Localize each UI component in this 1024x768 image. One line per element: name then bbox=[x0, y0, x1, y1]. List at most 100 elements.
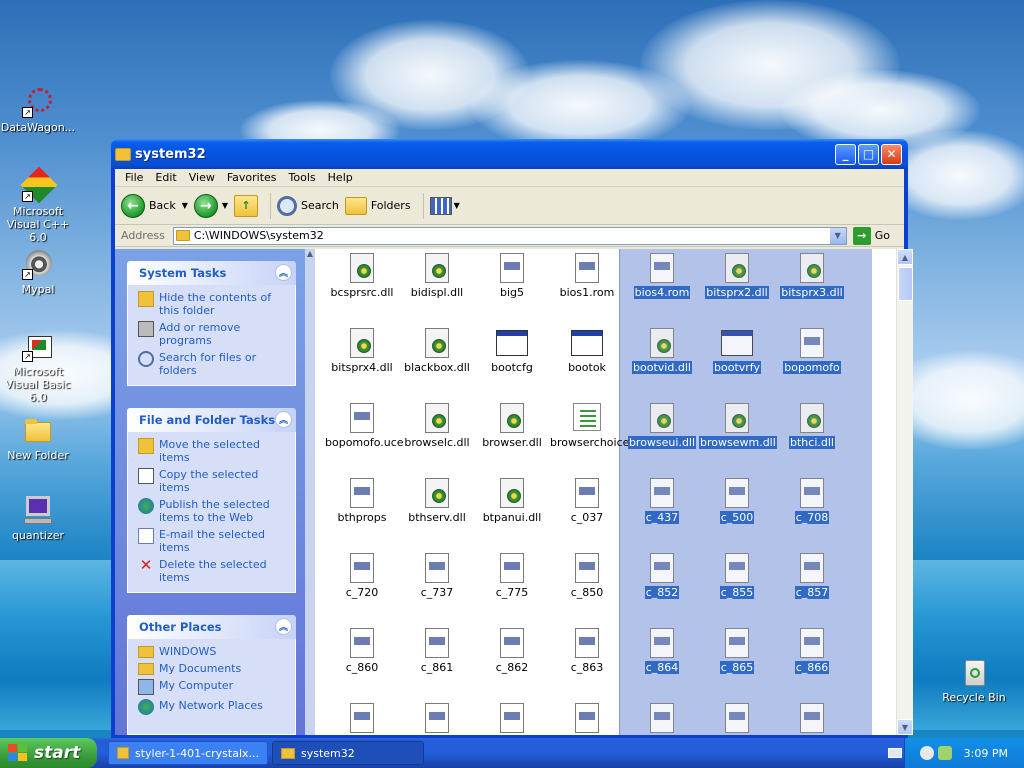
place-my-computer[interactable]: My Computer bbox=[138, 679, 289, 695]
file-item[interactable]: bcsprsrc.dll bbox=[324, 251, 400, 299]
file-item[interactable]: c_037 bbox=[549, 476, 625, 524]
task-search-files[interactable]: Search for files or folders bbox=[138, 351, 289, 377]
file-item[interactable]: bopomofo bbox=[774, 326, 850, 374]
file-item[interactable]: c_850 bbox=[549, 551, 625, 599]
file-item[interactable]: btpanui.dll bbox=[474, 476, 550, 524]
maximize-button[interactable]: □ bbox=[858, 143, 879, 165]
place-windows[interactable]: WINDOWS bbox=[138, 645, 289, 658]
chevron-down-icon[interactable]: ▼ bbox=[222, 201, 228, 210]
file-item[interactable]: browserchoice bbox=[549, 401, 629, 449]
tray-app-icon[interactable] bbox=[919, 746, 934, 760]
file-item[interactable]: big5 bbox=[474, 251, 550, 299]
file-item[interactable]: bthprops bbox=[324, 476, 400, 524]
file-item[interactable]: c_852 bbox=[624, 551, 700, 599]
scroll-down-button[interactable]: ▼ bbox=[897, 719, 913, 735]
task-add-remove-programs[interactable]: Add or remove programs bbox=[138, 321, 289, 347]
file-item[interactable]: c_860 bbox=[324, 626, 400, 674]
menu-tools[interactable]: Tools bbox=[283, 171, 322, 184]
desktop-icon-visual-cpp[interactable]: ↗ Microsoft Visual C++ 6.0 bbox=[0, 166, 78, 244]
file-item[interactable]: bopomofo.uce bbox=[324, 401, 404, 449]
menu-favorites[interactable]: Favorites bbox=[221, 171, 283, 184]
file-item[interactable] bbox=[399, 701, 475, 735]
clock[interactable]: 3:09 PM bbox=[964, 747, 1008, 760]
task-delete-items[interactable]: ✕ Delete the selected items bbox=[138, 558, 289, 585]
file-item[interactable]: c_855 bbox=[699, 551, 775, 599]
file-item[interactable]: bios1.rom bbox=[549, 251, 625, 299]
forward-button[interactable]: → ▼ bbox=[193, 193, 228, 218]
taskbar-item-system32[interactable]: system32 bbox=[272, 741, 424, 765]
file-item[interactable]: bthserv.dll bbox=[399, 476, 475, 524]
file-item[interactable]: c_500 bbox=[699, 476, 775, 524]
chevron-down-icon[interactable]: ▼ bbox=[182, 201, 188, 210]
file-item[interactable]: bitsprx4.dll bbox=[324, 326, 400, 374]
file-item[interactable]: c_861 bbox=[399, 626, 475, 674]
file-item[interactable]: c_775 bbox=[474, 551, 550, 599]
task-move-items[interactable]: Move the selected items bbox=[138, 438, 289, 464]
file-item[interactable]: c_708 bbox=[774, 476, 850, 524]
file-item[interactable]: bidispl.dll bbox=[399, 251, 475, 299]
file-item[interactable]: c_862 bbox=[474, 626, 550, 674]
start-button[interactable]: start bbox=[0, 738, 97, 768]
file-item[interactable]: c_863 bbox=[549, 626, 625, 674]
place-my-network[interactable]: My Network Places bbox=[138, 699, 289, 715]
back-button[interactable]: ← Back ▼ bbox=[121, 193, 188, 218]
desktop-icon-visual-basic[interactable]: ↗ Microsoft Visual Basic 6.0 bbox=[0, 330, 78, 404]
menu-file[interactable]: File bbox=[119, 171, 149, 184]
desktop-icon-datawagon[interactable]: ↗ DataWagon... bbox=[0, 86, 78, 134]
keyboard-icon[interactable] bbox=[888, 748, 902, 758]
file-item[interactable]: c_737 bbox=[399, 551, 475, 599]
minimize-button[interactable]: _ bbox=[835, 143, 856, 165]
file-item[interactable]: c_437 bbox=[624, 476, 700, 524]
file-item[interactable]: bootvrfy bbox=[699, 326, 775, 374]
file-item[interactable] bbox=[699, 701, 775, 735]
task-email-items[interactable]: E-mail the selected items bbox=[138, 528, 289, 554]
file-item[interactable] bbox=[324, 701, 400, 735]
file-item[interactable]: c_864 bbox=[624, 626, 700, 674]
go-button[interactable]: → Go bbox=[852, 226, 890, 245]
collapse-icon[interactable]: ︽ bbox=[275, 411, 292, 428]
close-button[interactable]: ✕ bbox=[881, 143, 902, 165]
file-item[interactable]: bthci.dll bbox=[774, 401, 850, 449]
place-my-documents[interactable]: My Documents bbox=[138, 662, 289, 675]
file-item[interactable]: bootvid.dll bbox=[624, 326, 700, 374]
task-publish-items[interactable]: Publish the selected items to the Web bbox=[138, 498, 289, 524]
scroll-up-icon[interactable]: ▲ bbox=[305, 249, 315, 263]
panel-header[interactable]: File and Folder Tasks ︽ bbox=[127, 408, 296, 432]
panel-header[interactable]: Other Places ︽ bbox=[127, 615, 296, 639]
file-item[interactable]: bootok bbox=[549, 326, 625, 374]
desktop-icon-quantizer[interactable]: quantizer bbox=[0, 494, 78, 542]
panel-header[interactable]: System Tasks ︽ bbox=[127, 261, 296, 285]
desktop-icon-recycle-bin[interactable]: Recycle Bin bbox=[934, 656, 1014, 704]
menu-edit[interactable]: Edit bbox=[149, 171, 182, 184]
address-input[interactable]: C:\WINDOWS\system32 ▼ bbox=[172, 226, 847, 245]
folders-button[interactable]: Folders bbox=[344, 196, 411, 215]
file-item[interactable] bbox=[774, 701, 850, 735]
scroll-up-button[interactable]: ▲ bbox=[897, 249, 913, 265]
search-button[interactable]: Search bbox=[277, 195, 339, 216]
up-button[interactable]: ↑ bbox=[234, 194, 259, 217]
file-item[interactable]: c_857 bbox=[774, 551, 850, 599]
desktop-icon-mypal[interactable]: ↗ Mypal bbox=[0, 248, 78, 296]
task-copy-items[interactable]: Copy the selected items bbox=[138, 468, 289, 494]
menu-help[interactable]: Help bbox=[322, 171, 359, 184]
file-item[interactable]: bootcfg bbox=[474, 326, 550, 374]
desktop-icon-new-folder[interactable]: New Folder bbox=[0, 414, 78, 462]
task-pane-scrollbar[interactable]: ▲ bbox=[305, 249, 315, 735]
collapse-icon[interactable]: ︽ bbox=[275, 618, 292, 635]
file-item[interactable] bbox=[474, 701, 550, 735]
file-item[interactable]: blackbox.dll bbox=[399, 326, 475, 374]
vertical-scrollbar[interactable]: ▲ ▼ bbox=[896, 249, 913, 735]
file-item[interactable] bbox=[624, 701, 700, 735]
file-item[interactable] bbox=[549, 701, 625, 735]
file-item[interactable]: bios4.rom bbox=[624, 251, 700, 299]
file-list[interactable]: ▲ ▼ bcsprsrc.dll bidispl.dll big5 bios1.rom… bbox=[315, 249, 913, 735]
file-item[interactable]: browser.dll bbox=[474, 401, 550, 449]
file-item[interactable]: browsewm.dll bbox=[699, 401, 777, 449]
file-item[interactable]: bitsprx3.dll bbox=[774, 251, 850, 299]
taskbar-item-styler[interactable]: styler-1-401-crystalx... bbox=[108, 741, 268, 765]
tray-volume-icon[interactable] bbox=[937, 746, 952, 760]
file-item[interactable]: c_865 bbox=[699, 626, 775, 674]
file-item[interactable]: bitsprx2.dll bbox=[699, 251, 775, 299]
file-item[interactable]: c_866 bbox=[774, 626, 850, 674]
file-item[interactable]: c_720 bbox=[324, 551, 400, 599]
